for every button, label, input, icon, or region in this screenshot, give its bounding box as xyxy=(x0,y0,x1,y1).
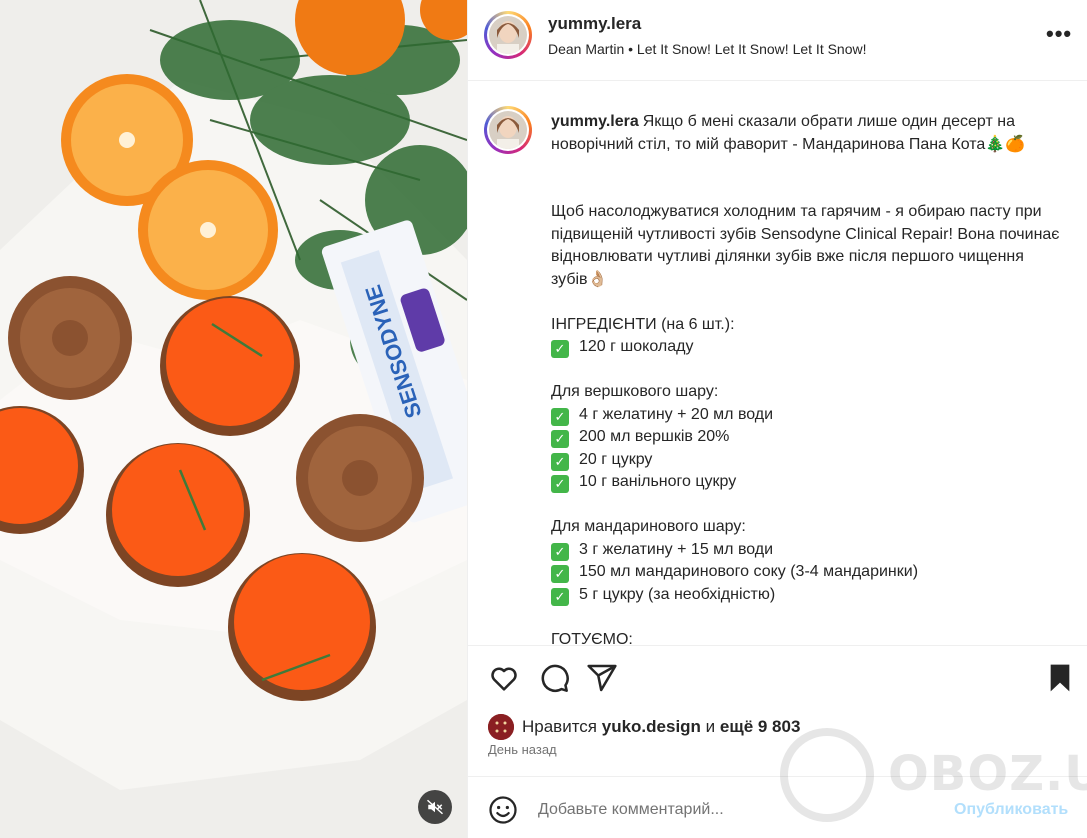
caption-area[interactable]: yummy.lera Якщо б мені сказали обрати лиш… xyxy=(468,82,1087,644)
caption-line: Щоб насолоджуватися холодним та гарячим … xyxy=(551,201,1063,291)
caption-line-text: 5 г цукру (за необхідністю) xyxy=(579,585,776,603)
caption-line: ГОТУЄМО: xyxy=(551,629,1063,645)
speaker-muted-icon xyxy=(426,799,444,815)
caption-line: Для вершкового шару: xyxy=(551,381,1063,404)
checkmark-icon: ✓ xyxy=(551,407,569,426)
caption-line: ✓ 4 г желатину + 20 мл води xyxy=(551,404,1063,427)
caption-line-text: 120 г шоколаду xyxy=(579,338,694,355)
caption-line-text: ГОТУЄМО: xyxy=(551,630,633,645)
likes-middle: и xyxy=(705,717,716,736)
likes-prefix: Нравится xyxy=(522,717,598,736)
caption-line-text: ІНГРЕДІЄНТИ (на 6 шт.): xyxy=(551,315,735,333)
caption-line: Для мандаринового шару: xyxy=(551,516,1063,539)
caption-line: ✓ 150 мл мандаринового соку (3-4 мандарин… xyxy=(551,561,1063,584)
action-bar xyxy=(468,645,1087,715)
caption-line-text: 150 мл мандаринового соку (3-4 мандаринк… xyxy=(579,563,919,580)
post-media[interactable]: SENSODYNE xyxy=(0,0,467,838)
share-icon[interactable] xyxy=(586,662,618,694)
heart-icon[interactable] xyxy=(488,662,520,694)
post-music-label[interactable]: Dean Martin • Let It Snow! Let It Snow! … xyxy=(548,41,867,57)
caption-line xyxy=(551,359,1063,382)
checkmark-icon: ✓ xyxy=(551,565,569,583)
caption-line xyxy=(551,291,1063,314)
caption-line-text: Для вершкового шару: xyxy=(551,383,719,400)
more-options-button[interactable]: ••• xyxy=(1046,23,1072,45)
caption-line: ІНГРЕДІЄНТИ (на 6 шт.): xyxy=(551,314,1063,337)
publish-button[interactable]: Опубликовать xyxy=(954,801,1068,819)
caption-line: ✓ 5 г цукру (за необхідністю) xyxy=(551,584,1063,607)
checkmark-icon: ✓ xyxy=(551,542,569,561)
checkmark-icon: ✓ xyxy=(551,430,569,448)
likes-count[interactable]: ещё 9 803 xyxy=(720,717,801,736)
likes-user[interactable]: yuko.design xyxy=(602,717,701,736)
comment-icon[interactable] xyxy=(538,662,570,694)
caption-line-text: 3 г желатину + 15 мл води xyxy=(579,540,774,558)
comment-input[interactable] xyxy=(538,797,938,823)
avatar-image xyxy=(489,16,527,54)
caption-line: ✓ 200 мл вершків 20% xyxy=(551,426,1063,449)
caption-line-text: Для мандаринового шару: xyxy=(551,518,746,535)
caption-line: ✓ 3 г желатину + 15 мл води xyxy=(551,539,1063,562)
caption-line xyxy=(551,494,1063,517)
caption-line: ✓ 20 г цукру xyxy=(551,449,1063,472)
caption-text: yummy.lera Якщо б мені сказали обрати лиш… xyxy=(551,111,1063,644)
caption-line-text: Щоб насолоджуватися холодним та гарячим … xyxy=(551,203,1060,288)
avatar[interactable] xyxy=(484,11,532,59)
caption-line-text: 10 г ванільного цукру xyxy=(579,473,737,490)
liker-logo-icon xyxy=(488,714,514,740)
mute-button[interactable] xyxy=(418,790,452,824)
caption-line-text: 20 г цукру xyxy=(579,450,653,468)
avatar-image xyxy=(489,111,527,149)
post-panel: yummy.lera Dean Martin • Let It Snow! Le… xyxy=(467,0,1087,838)
caption-line-text: 4 г желатину + 20 мл води xyxy=(579,405,774,423)
smiley-icon[interactable] xyxy=(488,795,518,825)
post-header: yummy.lera Dean Martin • Let It Snow! Le… xyxy=(468,0,1087,81)
post-timestamp[interactable]: День назад xyxy=(488,742,557,757)
checkmark-icon: ✓ xyxy=(551,452,569,471)
likes-row: Нравится yuko.design и ещё 9 803 xyxy=(488,712,800,742)
likes-text[interactable]: Нравится yuko.design и ещё 9 803 xyxy=(522,717,800,737)
checkmark-icon: ✓ xyxy=(551,340,569,358)
caption-line: ✓ 10 г ванільного цукру xyxy=(551,471,1063,494)
caption-avatar[interactable] xyxy=(484,106,532,154)
caption-line: yummy.lera Якщо б мені сказали обрати лиш… xyxy=(551,111,1063,156)
caption-line xyxy=(551,156,1063,179)
caption-line xyxy=(551,179,1063,202)
checkmark-icon: ✓ xyxy=(551,587,569,606)
checkmark-icon: ✓ xyxy=(551,475,569,493)
liker-avatar[interactable] xyxy=(488,714,514,740)
caption-line-text: 200 мл вершків 20% xyxy=(579,428,730,445)
comment-bar: Опубликовать xyxy=(468,776,1087,838)
post-photo: SENSODYNE xyxy=(0,0,467,838)
caption-line xyxy=(551,606,1063,629)
bookmark-icon[interactable] xyxy=(1044,662,1076,694)
caption-username[interactable]: yummy.lera xyxy=(551,113,639,130)
caption-line: ✓ 120 г шоколаду xyxy=(551,336,1063,359)
post-author-username[interactable]: yummy.lera xyxy=(548,14,641,34)
